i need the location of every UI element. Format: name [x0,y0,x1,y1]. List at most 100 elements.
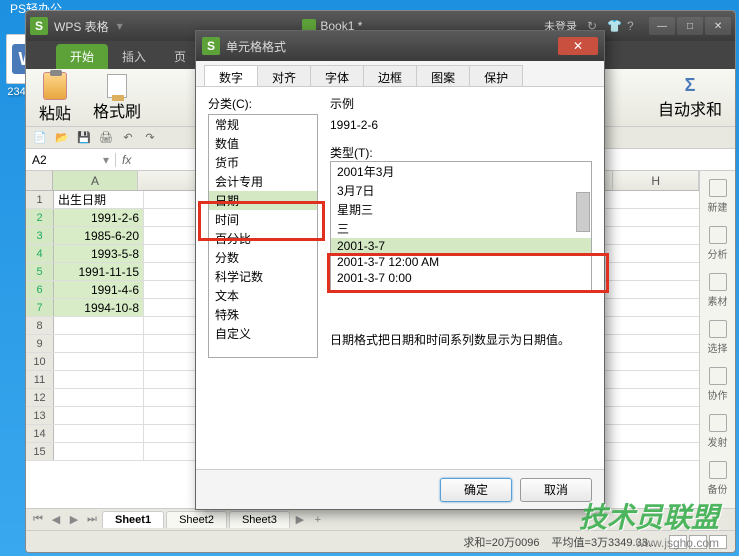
type-item[interactable]: 2001年3月 [331,162,591,181]
category-item[interactable]: 科学记数 [209,267,317,286]
category-item[interactable]: 货币 [209,153,317,172]
cell[interactable] [54,407,144,424]
side-item-collab[interactable]: 协作 [703,367,733,402]
sheet-tab-1[interactable]: Sheet1 [102,511,164,528]
cell[interactable] [54,353,144,370]
scrollbar-thumb[interactable] [576,192,590,232]
cell[interactable] [54,317,144,334]
row-header[interactable]: 15 [26,443,54,460]
category-item[interactable]: 数值 [209,134,317,153]
sheet-nav-more[interactable]: ▶ [292,513,308,526]
side-item-select[interactable]: 选择 [703,320,733,355]
dialog-tab[interactable]: 对齐 [257,65,311,86]
dialog-close-button[interactable]: ✕ [558,37,598,55]
qa-open-icon[interactable]: 📂 [54,130,70,146]
autosum-button[interactable]: Σ 自动求和 [651,72,729,123]
type-item[interactable]: 3月7日 [331,181,591,200]
select-all-corner[interactable] [26,171,53,190]
category-item[interactable]: 会计专用 [209,172,317,191]
cell[interactable]: 1991-4-6 [54,281,144,298]
cell[interactable]: 1991-2-6 [54,209,144,226]
ok-button[interactable]: 确定 [440,478,512,502]
ribbon-tab-home[interactable]: 开始 [56,44,108,69]
cell[interactable] [54,335,144,352]
category-item[interactable]: 文本 [209,286,317,305]
type-item[interactable]: 2001-3-7 0:00 [331,270,591,286]
sheet-nav-first[interactable]: ⏮ [30,513,46,526]
dialog-tab[interactable]: 保护 [469,65,523,86]
qa-print-icon[interactable]: 🖨 [98,130,114,146]
category-item[interactable]: 百分比 [209,229,317,248]
cell[interactable]: 1993-5-8 [54,245,144,262]
col-header-a[interactable]: A [53,171,139,190]
dialog-tab[interactable]: 边框 [363,65,417,86]
sheet-nav-last[interactable]: ⏭ [84,513,100,526]
row-header[interactable]: 3 [26,227,54,244]
cell[interactable] [54,443,144,460]
row-header[interactable]: 6 [26,281,54,298]
dialog-tab[interactable]: 字体 [310,65,364,86]
row-header[interactable]: 13 [26,407,54,424]
row-header[interactable]: 9 [26,335,54,352]
row-header[interactable]: 14 [26,425,54,442]
qa-save-icon[interactable]: 💾 [76,130,92,146]
dialog-tab[interactable]: 图案 [416,65,470,86]
category-item[interactable]: 自定义 [209,324,317,343]
type-item[interactable]: 2001-3-7 [331,238,591,254]
side-item-analysis[interactable]: 分析 [703,226,733,261]
format-painter-button[interactable]: 格式刷 [86,71,148,125]
help-icon[interactable]: ? [627,19,641,33]
add-sheet-button[interactable]: + [310,514,326,526]
row-header[interactable]: 4 [26,245,54,262]
row-header[interactable]: 2 [26,209,54,226]
sheet-nav-next[interactable]: ▶ [66,513,82,526]
dialog-titlebar[interactable]: S 单元格格式 ✕ [196,31,604,61]
cell[interactable]: 1991-11-15 [54,263,144,280]
paste-button[interactable]: 粘贴 [32,69,78,127]
type-list[interactable]: 2001年3月3月7日星期三三2001-3-72001-3-7 12:00 AM… [330,161,592,291]
row-header[interactable]: 12 [26,389,54,406]
sheet-tab-2[interactable]: Sheet2 [166,511,227,528]
category-list[interactable]: 常规数值货币会计专用日期时间百分比分数科学记数文本特殊自定义 [208,114,318,358]
row-header[interactable]: 11 [26,371,54,388]
minimize-button[interactable]: — [649,17,675,35]
side-item-assets[interactable]: 素材 [703,273,733,308]
cell[interactable] [54,425,144,442]
category-item[interactable]: 常规 [209,115,317,134]
cell[interactable] [54,389,144,406]
sheet-tab-3[interactable]: Sheet3 [229,511,290,528]
category-item[interactable]: 时间 [209,210,317,229]
row-header[interactable]: 1 [26,191,54,208]
qa-new-icon[interactable]: 📄 [32,130,48,146]
cell[interactable]: 1994-10-8 [54,299,144,316]
cell[interactable] [54,371,144,388]
cell[interactable]: 1985-6-20 [54,227,144,244]
sheet-nav-prev[interactable]: ◀ [48,513,64,526]
cell[interactable]: 出生日期 [54,191,144,208]
maximize-button[interactable]: □ [677,17,703,35]
type-item[interactable]: 星期三 [331,200,591,219]
close-button[interactable]: ✕ [705,17,731,35]
type-item[interactable]: 三 [331,219,591,238]
fx-icon[interactable]: fx [122,153,131,167]
ribbon-tab-insert[interactable]: 插入 [108,44,160,69]
shirt-icon[interactable]: 👕 [607,19,621,33]
dialog-tab[interactable]: 数字 [204,65,258,86]
qa-undo-icon[interactable]: ↶ [120,130,136,146]
row-header[interactable]: 7 [26,299,54,316]
category-item[interactable]: 特殊 [209,305,317,324]
type-item[interactable]: 2001-3-7 12:00 AM [331,254,591,270]
category-item[interactable]: 分数 [209,248,317,267]
side-item-launch[interactable]: 发射 [703,414,733,449]
row-header[interactable]: 8 [26,317,54,334]
qa-redo-icon[interactable]: ↷ [142,130,158,146]
side-item-backup[interactable]: 备份 [703,461,733,496]
row-header[interactable]: 10 [26,353,54,370]
name-box[interactable]: A2▾ [26,153,116,167]
cancel-button[interactable]: 取消 [520,478,592,502]
side-item-new[interactable]: 新建 [703,179,733,214]
row-header[interactable]: 5 [26,263,54,280]
launch-icon [709,414,727,432]
col-header-h[interactable]: H [613,171,699,190]
category-item[interactable]: 日期 [209,191,317,210]
